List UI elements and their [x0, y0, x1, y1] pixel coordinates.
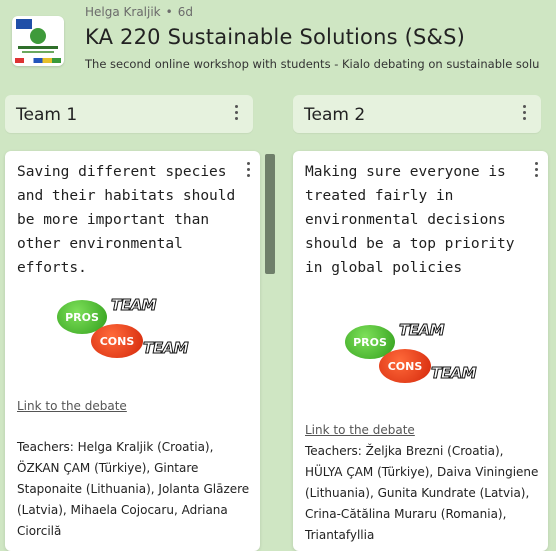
debate-link[interactable]: Link to the debate [17, 399, 127, 413]
teachers-list: Teachers: Željka Brezni (Croatia), HÜLYA… [305, 444, 539, 542]
team-label: TEAM [142, 339, 189, 358]
team-label: TEAM [110, 296, 157, 315]
author-name[interactable]: Helga Kraljik [85, 5, 161, 19]
team-label: TEAM [398, 321, 445, 340]
page-subtitle: The second online workshop with students… [85, 57, 540, 71]
card-text: Saving different species and their habit… [17, 164, 236, 276]
post-card[interactable]: Saving different species and their habit… [5, 151, 260, 551]
flags-stripe [15, 58, 61, 63]
post-meta: Helga Kraljik • 6d [85, 5, 193, 19]
card-text: Making sure everyone is treated fairly i… [305, 164, 515, 276]
post-card[interactable]: Making sure everyone is treated fairly i… [293, 151, 548, 551]
post-age: 6d [177, 5, 193, 19]
team-label: TEAM [430, 364, 477, 383]
cons-bubble: CONS [379, 349, 431, 383]
more-vertical-icon[interactable] [535, 162, 539, 180]
padlet-logo [12, 16, 64, 66]
page-title: KA 220 Sustainable Solutions (S&S) [85, 25, 466, 49]
pros-cons-team-image: PROS TEAM CONS TEAM [345, 321, 480, 391]
more-vertical-icon[interactable] [523, 105, 527, 123]
pros-cons-team-image: PROS TEAM CONS TEAM [57, 296, 192, 366]
more-vertical-icon[interactable] [235, 105, 239, 123]
more-vertical-icon[interactable] [247, 162, 251, 180]
column-title: Team 2 [304, 105, 366, 125]
scrollbar[interactable] [265, 154, 275, 274]
globe-icon [30, 28, 46, 44]
column-title: Team 1 [16, 105, 78, 125]
cons-bubble: CONS [91, 324, 143, 358]
teachers-list: Teachers: Helga Kraljik (Croatia), ÖZKAN… [17, 440, 250, 538]
debate-link[interactable]: Link to the debate [305, 423, 415, 437]
eu-flag-icon [16, 19, 32, 29]
column-header-team-1[interactable]: Team 1 [5, 95, 253, 133]
column-header-team-2[interactable]: Team 2 [293, 95, 541, 133]
